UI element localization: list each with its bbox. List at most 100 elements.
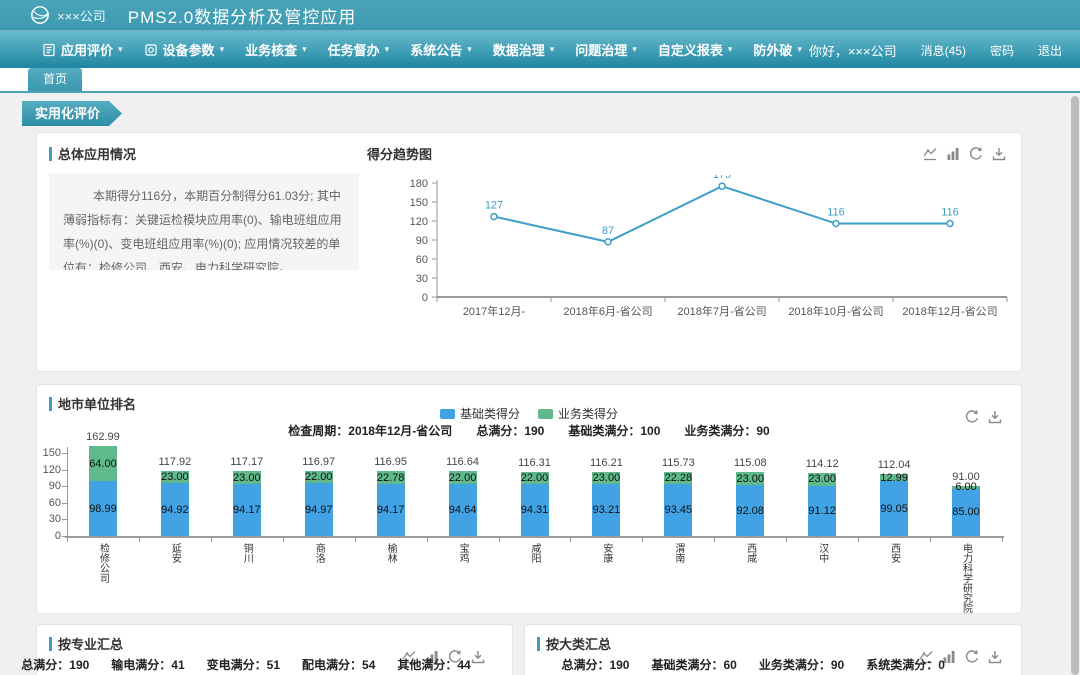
- nav-item-label: 设备参数: [163, 40, 215, 59]
- bar-green-label: 22.00: [505, 472, 565, 484]
- download-icon[interactable]: [987, 649, 1003, 665]
- logout-link[interactable]: 退出: [1038, 42, 1062, 59]
- line-chart-icon[interactable]: [922, 146, 938, 162]
- x-axis-tick: [570, 537, 571, 542]
- bar-total-label: 116.31: [503, 457, 567, 469]
- nav-item-9[interactable]: 防外破▾: [753, 40, 802, 59]
- bar-green-label: 22.00: [289, 471, 349, 483]
- form-icon: [42, 43, 56, 57]
- nav-item-3[interactable]: 业务核查 ▾: [245, 40, 307, 59]
- svg-text:2018年10月-省公司: 2018年10月-省公司: [788, 304, 883, 318]
- y-axis-tick: [62, 470, 67, 471]
- nav-item-label: 问题治理: [575, 40, 627, 59]
- bar-blue-label: 92.08: [720, 505, 780, 517]
- stat-item: 总满分：190: [561, 656, 629, 673]
- nav-item-6[interactable]: 数据治理▾: [493, 40, 555, 59]
- stat-item: 变电满分：51: [207, 656, 280, 673]
- bar-total-label: 116.64: [431, 456, 495, 468]
- section-ribbon: 实用化评价: [22, 101, 122, 126]
- x-axis-tick: [858, 537, 859, 542]
- stat-item: 总满分：190: [21, 656, 89, 673]
- bar-category-label: 榆林: [385, 543, 396, 563]
- pms-dashboard: ×××公司 PMS2.0数据分析及管控应用 应用评价▾设备参数▾业务核查▾任务督…: [0, 0, 1080, 675]
- bar-green-label: 22.28: [648, 472, 708, 484]
- svg-text:120: 120: [410, 216, 428, 228]
- tab-home[interactable]: 首页: [28, 68, 82, 91]
- svg-text:2018年6月-省公司: 2018年6月-省公司: [563, 304, 652, 318]
- bar-blue-label: 94.31: [505, 504, 565, 516]
- bar-green-label: 23.00: [576, 472, 636, 484]
- bar-category-label: 延安: [169, 543, 180, 563]
- caret-down-icon: ▾: [302, 44, 307, 55]
- svg-text:2018年12月-省公司: 2018年12月-省公司: [902, 304, 997, 318]
- bar-total-label: 116.21: [574, 457, 638, 469]
- nav-item-label: 业务核查: [245, 40, 297, 59]
- stat-item: 输电满分：41: [111, 656, 184, 673]
- bar-green-label: 23.00: [792, 473, 852, 485]
- download-icon[interactable]: [991, 146, 1007, 162]
- bar-green-label: 12.99: [864, 472, 924, 484]
- bar-total-label: 114.12: [790, 458, 854, 470]
- x-axis-tick: [642, 537, 643, 542]
- nav-user-area: 你好，×××公司 消息(45) 密码 退出: [809, 31, 1062, 69]
- caret-down-icon: ▾: [550, 44, 555, 55]
- messages-link[interactable]: 消息(45): [921, 42, 966, 59]
- class-title-text: 按大类汇总: [546, 634, 611, 653]
- main-nav: 应用评价▾设备参数▾业务核查▾任务督办▾系统公告▾数据治理▾问题治理▾自定义报表…: [0, 30, 1080, 68]
- caret-down-icon: ▾: [467, 44, 472, 55]
- bar-category-label: 检修公司: [97, 543, 108, 583]
- nav-item-5[interactable]: 系统公告▾: [410, 40, 472, 59]
- app-title: PMS2.0数据分析及管控应用: [128, 3, 356, 28]
- bar-blue-label: 85.00: [936, 506, 996, 518]
- title-accent-bar: [49, 637, 52, 651]
- bar-total-label: 162.99: [71, 431, 135, 443]
- city-rank-bar-chart[interactable]: 0306090120150162.9964.0098.99检修公司117.922…: [37, 385, 1023, 615]
- svg-text:0: 0: [422, 292, 428, 304]
- x-axis-tick: [67, 537, 68, 542]
- x-axis-line: [65, 536, 1004, 538]
- nav-item-8[interactable]: 自定义报表▾: [658, 40, 733, 59]
- nav-item-2[interactable]: 设备参数▾: [144, 40, 225, 59]
- bar-chart-icon[interactable]: [945, 146, 961, 162]
- nav-item-1[interactable]: 应用评价▾: [42, 40, 123, 59]
- score-trend-line-chart[interactable]: 03060901201501802017年12月-2018年6月-省公司2018…: [367, 175, 1022, 355]
- bar-category-label: 渭南: [672, 543, 683, 563]
- x-axis-tick: [930, 537, 931, 542]
- bar-category-label: 宝鸡: [457, 543, 468, 563]
- bar-green-label: 23.00: [145, 471, 205, 483]
- spec-panel-title: 按专业汇总: [49, 634, 123, 653]
- bar-total-label: 117.92: [143, 456, 207, 468]
- bar-blue-label: 91.12: [792, 505, 852, 517]
- app-header: ×××公司 PMS2.0数据分析及管控应用: [0, 0, 1080, 30]
- bar-total-label: 116.97: [287, 456, 351, 468]
- refresh-icon[interactable]: [968, 146, 984, 162]
- y-axis-label: 0: [37, 530, 61, 542]
- x-axis-tick: [499, 537, 500, 542]
- overview-card: 总体应用情况 本期得分116分，本期百分制得分61.03分; 其中薄弱指标有：关…: [36, 132, 1022, 372]
- bar-green-label: 22.78: [361, 472, 421, 484]
- bar-category-label: 商洛: [313, 543, 324, 563]
- caret-down-icon: ▾: [118, 44, 123, 55]
- nav-item-7[interactable]: 问题治理▾: [575, 40, 637, 59]
- bar-green-label: 23.00: [720, 473, 780, 485]
- bar-blue-label: 94.64: [433, 504, 493, 516]
- x-axis-tick: [211, 537, 212, 542]
- x-axis-tick: [355, 537, 356, 542]
- y-axis-label: 60: [37, 497, 61, 509]
- download-icon[interactable]: [470, 649, 486, 665]
- trend-chart-title: 得分趋势图: [367, 144, 432, 163]
- bar-green-label: 6.00: [936, 481, 996, 493]
- svg-text:60: 60: [416, 254, 428, 266]
- password-link[interactable]: 密码: [990, 42, 1014, 59]
- bar-green-label: 64.00: [73, 458, 133, 470]
- bar-category-label: 铜川: [241, 543, 252, 563]
- overview-summary: 本期得分116分，本期百分制得分61.03分; 其中薄弱指标有：关键运检模块应用…: [49, 173, 359, 270]
- overview-panel-title: 总体应用情况: [49, 144, 136, 163]
- bar-total-label: 117.17: [215, 456, 279, 468]
- title-accent-bar: [537, 637, 540, 651]
- bar-blue-label: 93.45: [648, 504, 708, 516]
- class-panel-title: 按大类汇总: [537, 634, 611, 653]
- vertical-scrollbar[interactable]: [1071, 96, 1079, 675]
- nav-item-4[interactable]: 任务督办▾: [328, 40, 390, 59]
- bar-category-label: 电力科学研究院: [960, 543, 971, 613]
